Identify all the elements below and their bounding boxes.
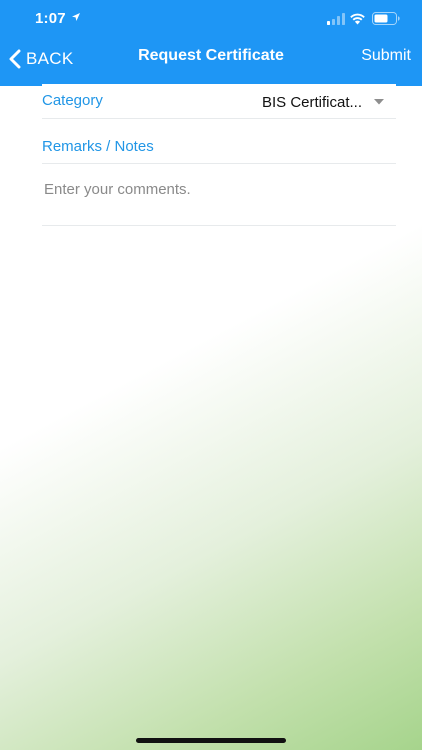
category-row: Category BIS Certificat...: [42, 84, 396, 119]
battery-icon: [372, 12, 400, 25]
page-title: Request Certificate: [138, 47, 284, 64]
remarks-row: Remarks / Notes: [42, 130, 396, 164]
home-indicator: [136, 738, 286, 743]
navigation-bar: BACK Request Certificate Submit: [0, 38, 422, 84]
signal-icon: [327, 13, 345, 25]
category-label: Category: [42, 92, 103, 109]
category-select-value: BIS Certificat...: [261, 93, 362, 111]
location-arrow-icon: [72, 13, 80, 21]
remarks-label: Remarks / Notes: [42, 138, 154, 155]
category-select[interactable]: BIS Certificat...: [262, 90, 384, 114]
status-bar: 1:07: [0, 0, 422, 38]
comments-input[interactable]: [42, 172, 396, 226]
wifi-icon: [350, 13, 365, 25]
caret-down-icon: [374, 99, 384, 105]
status-time: 1:07: [35, 10, 66, 27]
submit-button[interactable]: Submit: [361, 47, 411, 65]
app-header: 1:07 BACK Request Certificate Submit: [0, 0, 422, 86]
